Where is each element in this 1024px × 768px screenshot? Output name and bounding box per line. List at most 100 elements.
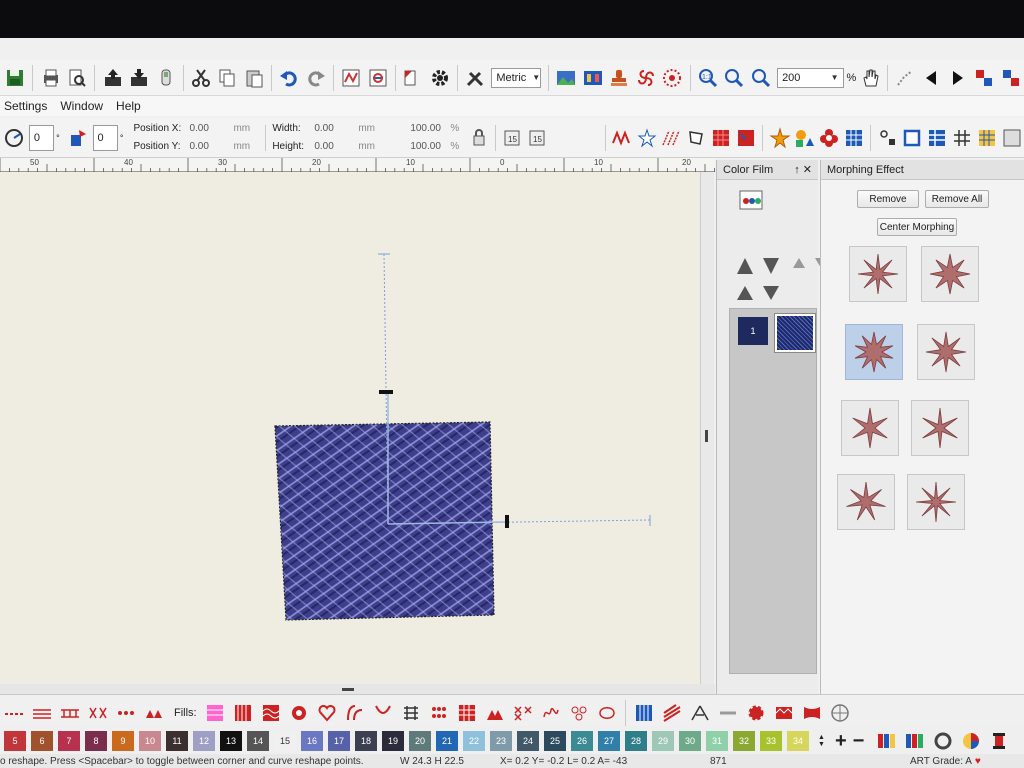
morph-preset-2[interactable] bbox=[921, 246, 979, 302]
zoom-1-to-1-icon[interactable]: 1:1 bbox=[696, 65, 720, 91]
palette-swatch[interactable]: 6 bbox=[31, 731, 53, 751]
lace-fill-icon[interactable] bbox=[566, 700, 592, 726]
palette-swatch[interactable]: 7 bbox=[58, 731, 80, 751]
angled-fill-icon[interactable] bbox=[659, 700, 685, 726]
zoom-select[interactable]: 200 ▼ bbox=[777, 67, 844, 88]
color-swap-icon[interactable] bbox=[999, 65, 1023, 91]
pan-hand-icon[interactable] bbox=[857, 65, 881, 91]
thread-chart-icon[interactable] bbox=[874, 728, 900, 754]
close-icon[interactable]: ✕ bbox=[803, 164, 812, 176]
swirl-icon[interactable] bbox=[634, 65, 658, 91]
palette-swatch[interactable]: 29 bbox=[652, 731, 674, 751]
background-icon[interactable] bbox=[554, 65, 578, 91]
running-stitch-icon[interactable] bbox=[1, 700, 27, 726]
position-x-input[interactable]: 0.00 bbox=[189, 123, 233, 134]
column-fill-icon[interactable] bbox=[631, 700, 657, 726]
scroll-thumb[interactable] bbox=[705, 430, 708, 442]
paste-icon[interactable] bbox=[242, 65, 266, 91]
curve-fill-icon[interactable] bbox=[342, 700, 368, 726]
tools-icon[interactable] bbox=[463, 65, 487, 91]
palette-swatch[interactable]: 32 bbox=[733, 731, 755, 751]
cut-icon[interactable] bbox=[189, 65, 213, 91]
rotate-input[interactable]: 0 bbox=[92, 124, 118, 151]
morph-handle-horizontal[interactable] bbox=[505, 515, 509, 528]
position-y-input[interactable]: 0.00 bbox=[189, 141, 233, 152]
hash-grid-icon[interactable] bbox=[951, 125, 974, 151]
ladder-stitch-icon[interactable] bbox=[57, 700, 83, 726]
palette-swatch[interactable]: 19 bbox=[382, 731, 404, 751]
scroll-thumb[interactable] bbox=[342, 688, 354, 691]
heart-fill-icon[interactable] bbox=[314, 700, 340, 726]
morph-preset-8[interactable] bbox=[907, 474, 965, 530]
import-icon[interactable] bbox=[339, 65, 363, 91]
pattern-icon[interactable] bbox=[660, 65, 684, 91]
film-strip-icon[interactable] bbox=[581, 65, 605, 91]
color-film-thumbnail[interactable] bbox=[774, 313, 816, 353]
palette-swatch[interactable]: 30 bbox=[679, 731, 701, 751]
save-icon[interactable] bbox=[3, 65, 27, 91]
flag-fill-icon[interactable] bbox=[799, 700, 825, 726]
menu-settings[interactable]: Settings bbox=[4, 99, 56, 113]
remove-all-button[interactable]: Remove All bbox=[925, 190, 989, 208]
previous-arrow-icon[interactable] bbox=[919, 65, 943, 91]
flourish-fill-icon[interactable] bbox=[594, 700, 620, 726]
morph-preset-5[interactable] bbox=[841, 400, 899, 456]
height-percent-input[interactable]: 100.00 bbox=[410, 141, 450, 152]
fill-tool-icon[interactable] bbox=[710, 125, 733, 151]
print-icon[interactable] bbox=[38, 65, 62, 91]
triangle-fill-icon[interactable] bbox=[482, 700, 508, 726]
canvas-vertical-scrollbar[interactable] bbox=[700, 172, 714, 696]
morph-preset-7[interactable] bbox=[837, 474, 895, 530]
remove-button[interactable]: Remove bbox=[857, 190, 919, 208]
copy-icon[interactable] bbox=[215, 65, 239, 91]
chevron-down-icon[interactable]: ▼ bbox=[818, 741, 825, 748]
stitch-player-icon[interactable] bbox=[893, 65, 917, 91]
palette-swatch[interactable]: 21 bbox=[436, 731, 458, 751]
node-select-icon[interactable] bbox=[876, 125, 899, 151]
add-color-button[interactable]: + bbox=[835, 730, 847, 753]
blossom-icon[interactable] bbox=[818, 125, 841, 151]
settings-gear-icon[interactable] bbox=[427, 65, 451, 91]
palette-colors-icon[interactable] bbox=[902, 728, 928, 754]
palette-swatch[interactable]: 18 bbox=[355, 731, 377, 751]
line-fill-icon[interactable] bbox=[715, 700, 741, 726]
design-properties-icon[interactable] bbox=[401, 65, 425, 91]
palette-swatch[interactable]: 16 bbox=[301, 731, 323, 751]
table-icon[interactable] bbox=[926, 125, 949, 151]
palette-swatch[interactable]: 28 bbox=[625, 731, 647, 751]
grid-settings-icon[interactable] bbox=[976, 125, 999, 151]
angle-icon[interactable] bbox=[3, 125, 26, 151]
usb-icon[interactable] bbox=[153, 65, 177, 91]
zoom-fit-icon[interactable] bbox=[722, 65, 746, 91]
step-rotate-left-icon[interactable]: 15 bbox=[501, 125, 524, 151]
morph-preset-6[interactable] bbox=[911, 400, 969, 456]
ring-icon[interactable] bbox=[930, 728, 956, 754]
next-arrow-icon[interactable] bbox=[946, 65, 970, 91]
bead-stitch-icon[interactable] bbox=[113, 700, 139, 726]
palette-swatch[interactable]: 5 bbox=[4, 731, 26, 751]
wave-fill-icon[interactable] bbox=[258, 700, 284, 726]
receive-from-machine-icon[interactable] bbox=[127, 65, 151, 91]
undo-icon[interactable] bbox=[277, 65, 301, 91]
menu-help[interactable]: Help bbox=[116, 99, 150, 113]
arrow-fill-icon[interactable] bbox=[734, 125, 757, 151]
color-film-view-icon[interactable] bbox=[739, 190, 763, 213]
color-film-item-number[interactable]: 1 bbox=[738, 317, 768, 345]
palette-swatch[interactable]: 17 bbox=[328, 731, 350, 751]
palette-swatch[interactable]: 25 bbox=[544, 731, 566, 751]
palette-swatch[interactable]: 11 bbox=[166, 731, 188, 751]
knot-fill-icon[interactable] bbox=[398, 700, 424, 726]
zoom-icon[interactable] bbox=[749, 65, 773, 91]
redo-icon[interactable] bbox=[304, 65, 328, 91]
palette-swatch[interactable]: 13 bbox=[220, 731, 242, 751]
color-wheel-icon[interactable] bbox=[958, 728, 984, 754]
palette-swatch[interactable]: 15 bbox=[274, 731, 296, 751]
palette-swatch[interactable]: 33 bbox=[760, 731, 782, 751]
palette-swatch[interactable]: 27 bbox=[598, 731, 620, 751]
stamp-icon[interactable] bbox=[607, 65, 631, 91]
palette-swatch[interactable]: 26 bbox=[571, 731, 593, 751]
export-icon[interactable] bbox=[366, 65, 390, 91]
width-percent-input[interactable]: 100.00 bbox=[410, 123, 450, 134]
pin-icon[interactable]: ↑ bbox=[794, 164, 800, 176]
morph-preset-4[interactable] bbox=[917, 324, 975, 380]
